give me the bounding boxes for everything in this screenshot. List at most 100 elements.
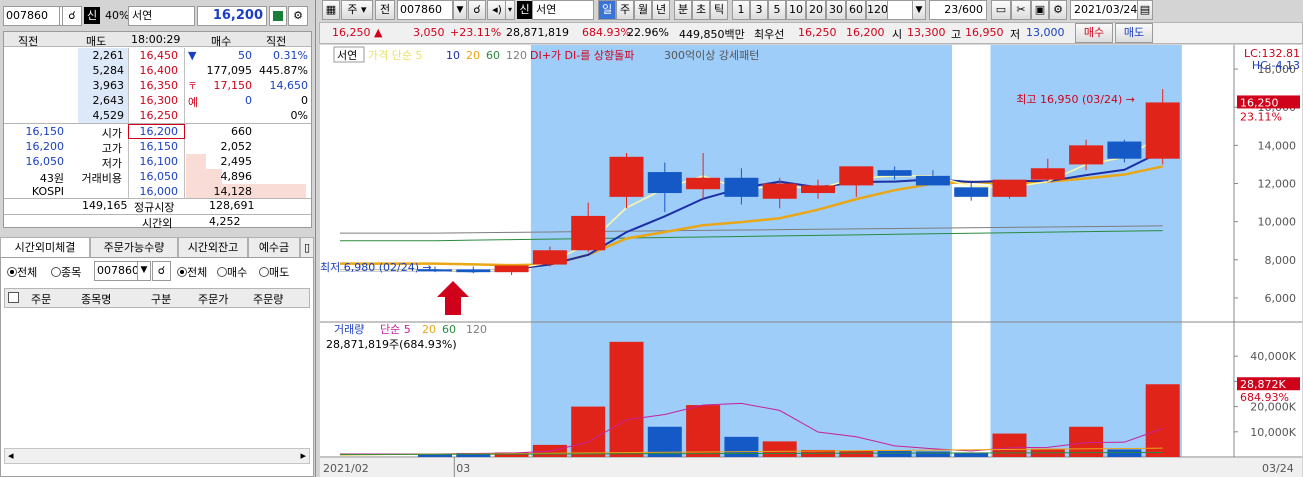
ask-price[interactable]: 16,350	[134, 79, 179, 92]
radio-all[interactable]: 전체	[7, 264, 37, 280]
bid-qty: 2,495	[220, 155, 253, 168]
period-tick[interactable]: 틱	[710, 0, 728, 20]
interval-120[interactable]: 120	[866, 0, 888, 20]
interval-20[interactable]: 20	[806, 0, 826, 20]
period-day[interactable]: 일	[598, 0, 616, 20]
legend-name: 서연	[337, 49, 357, 62]
interval-5[interactable]: 5	[768, 0, 786, 20]
quote-low: 13,000	[1026, 26, 1065, 39]
sell-button[interactable]: 매도	[1115, 23, 1153, 43]
col-type: 구분	[151, 293, 172, 306]
stock-code-field[interactable]: 007860	[3, 6, 60, 26]
volume-bar	[1107, 449, 1142, 457]
bid-info-label: 고가	[101, 142, 122, 155]
buy-button[interactable]: 매수	[1075, 23, 1113, 43]
data-count-field[interactable]: 23/600	[929, 0, 987, 20]
chart-search-icon[interactable]: ☌	[468, 0, 486, 20]
filter-search-icon[interactable]: ☌	[152, 261, 171, 281]
ask-price[interactable]: 16,450	[134, 49, 179, 62]
tab-more[interactable]: ▯	[300, 237, 314, 257]
search-icon[interactable]: ☌	[62, 6, 82, 26]
save-icon[interactable]	[269, 6, 287, 26]
interval-3[interactable]: 3	[750, 0, 768, 20]
legend-ma-120: 120	[506, 49, 527, 62]
last-price-tag: 16,250	[1240, 96, 1279, 109]
low-annotation: 최저 6,980 (02/24) →	[320, 261, 432, 274]
calendar-icon[interactable]: ▤	[1137, 0, 1153, 20]
y-tick-label: 14,000	[1258, 139, 1297, 152]
volume-legend-name: 거래량	[334, 323, 364, 336]
tab-after-hours-unfilled[interactable]: 시간외미체결	[0, 237, 90, 257]
prev-button[interactable]: 전	[375, 0, 395, 20]
radio-sell[interactable]: 매도	[259, 264, 289, 280]
chart-stock-name: 서연	[532, 0, 594, 20]
sound-chevron-icon[interactable]: ▾	[505, 0, 515, 20]
interval-30[interactable]: 30	[826, 0, 846, 20]
select-all-checkbox[interactable]	[8, 292, 19, 303]
chart-code-chevron-icon[interactable]: ▼	[453, 0, 467, 20]
volume-bar	[992, 433, 1027, 457]
radio-stock[interactable]: 종목	[51, 264, 81, 280]
ask-info-extra: 14,650	[269, 79, 309, 92]
tab-deposit[interactable]: 예수금	[248, 237, 300, 257]
radio-all-side[interactable]: 전체	[177, 264, 207, 280]
interval-10[interactable]: 10	[786, 0, 806, 20]
zoom-icon[interactable]: ▭	[991, 0, 1011, 20]
volume-bar	[686, 405, 721, 457]
chart-code-field[interactable]: 007860	[397, 0, 453, 20]
ask-price[interactable]: 16,250	[134, 109, 179, 122]
period-year[interactable]: 년	[652, 0, 670, 20]
bid-qty: 2,052	[220, 140, 253, 153]
col-order-price: 주문가	[198, 293, 229, 306]
vol-y-tick-label: 10,000K	[1250, 426, 1296, 439]
regular-market-value: 128,691	[209, 199, 255, 212]
quote-turnover: 22.96%	[627, 26, 669, 39]
bid-price[interactable]: 16,000	[134, 185, 179, 198]
period-second[interactable]: 초	[692, 0, 710, 20]
tab-order-available[interactable]: 주문가능수량	[90, 237, 178, 257]
quote-best-ask: 16,250	[798, 26, 837, 39]
chart-settings-icon[interactable]: ⚙	[1049, 0, 1067, 20]
stock-name: 서연	[128, 6, 195, 26]
price-chart[interactable]: 18,00016,00014,00012,00010,0008,0006,000…	[320, 45, 1302, 477]
hc-label: HC:-4.13	[1252, 59, 1300, 72]
candle-body	[954, 187, 989, 197]
radio-buy[interactable]: 매수	[217, 264, 247, 280]
quote-amount: 449,850백만	[679, 28, 745, 41]
sound-icon[interactable]: ◂)	[487, 0, 507, 20]
bid-price[interactable]: 16,150	[134, 140, 179, 153]
gear-icon[interactable]: ⚙	[288, 6, 308, 26]
interval-60[interactable]: 60	[846, 0, 866, 20]
date-field[interactable]: 2021/03/24	[1070, 0, 1140, 20]
after-hours-label: 시간외	[142, 217, 173, 230]
period-minute[interactable]: 분	[674, 0, 692, 20]
chart-menu-icon[interactable]: ▦	[322, 0, 340, 20]
bid-info-value: 43원	[39, 172, 64, 185]
period-week[interactable]: 주	[616, 0, 634, 20]
period-select[interactable]: 주 ▾	[341, 0, 373, 20]
ask-price[interactable]: 16,400	[134, 64, 179, 77]
bid-price[interactable]: 16,100	[134, 155, 179, 168]
volume-bar	[915, 451, 950, 457]
candle-body	[532, 250, 567, 265]
filter-chevron-icon[interactable]: ▼	[137, 261, 151, 281]
save-chart-icon[interactable]: ▣	[1031, 0, 1049, 20]
interval-1[interactable]: 1	[732, 0, 750, 20]
header-bid: 매수	[211, 35, 232, 48]
crosshair-icon[interactable]: ✂	[1011, 0, 1031, 20]
ask-info-extra: 445.87%	[259, 64, 308, 77]
tab-after-hours-balance[interactable]: 시간외잔고	[178, 237, 248, 257]
scroll-left-icon[interactable]: ◂	[8, 449, 14, 462]
ask-price[interactable]: 16,300	[134, 94, 179, 107]
ask-info-value: 0	[245, 94, 252, 107]
legend-signal: DI+가 DI-를 상향돌파	[530, 49, 634, 62]
volume-legend-value: 28,871,819주(684.93%)	[326, 338, 457, 351]
bid-info-label: 시가	[101, 127, 122, 140]
bid-info-value: KOSPI	[31, 185, 64, 198]
scroll-right-icon[interactable]: ▸	[300, 449, 306, 462]
horizontal-scrollbar[interactable]: ◂ ▸	[4, 448, 310, 464]
period-month[interactable]: 월	[634, 0, 652, 20]
bid-price[interactable]: 16,050	[134, 170, 179, 183]
legend-ma-label: 가격 단순 5	[368, 49, 422, 62]
custom-interval-chevron-icon[interactable]: ▼	[912, 0, 926, 20]
